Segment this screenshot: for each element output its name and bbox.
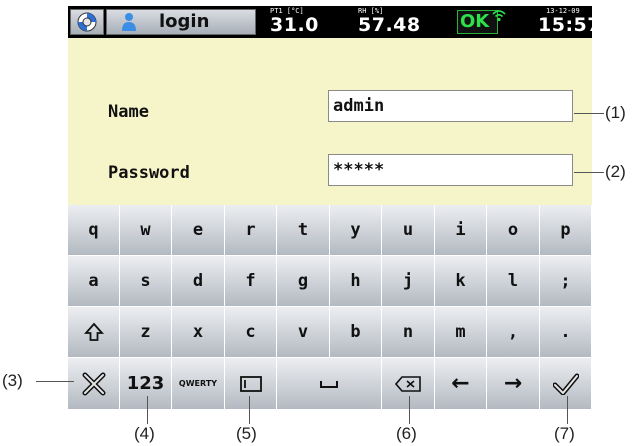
callout-6: (6) <box>396 424 417 443</box>
key-e[interactable]: e <box>172 205 225 256</box>
space-key[interactable] <box>277 358 382 410</box>
callout-line-7 <box>567 396 568 424</box>
wifi-icon <box>492 10 506 22</box>
key-g[interactable]: g <box>277 256 330 307</box>
device-screen: login PT1 [°C] 31.0 RH [%] 57.48 OK 13-1… <box>68 6 592 410</box>
key-z[interactable]: z <box>120 307 172 358</box>
key-d[interactable]: d <box>172 256 225 307</box>
login-button[interactable]: login <box>106 9 256 35</box>
key-b[interactable]: b <box>330 307 382 358</box>
key-w[interactable]: w <box>120 205 172 256</box>
key-v[interactable]: v <box>277 307 330 358</box>
key-period[interactable]: . <box>540 307 592 358</box>
callout-7: (7) <box>554 424 575 443</box>
cursor-box-icon <box>239 375 262 392</box>
key-t[interactable]: t <box>277 205 330 256</box>
key-x[interactable]: x <box>172 307 225 358</box>
key-m[interactable]: m <box>435 307 487 358</box>
callout-line-4 <box>147 396 148 424</box>
key-shift[interactable] <box>68 307 120 358</box>
key-i[interactable]: i <box>435 205 487 256</box>
checkmark-icon <box>552 373 579 395</box>
backspace-icon <box>395 375 421 392</box>
callout-1: (1) <box>605 103 626 122</box>
time-text: 15:57 <box>538 14 592 36</box>
callout-line-6 <box>409 396 410 424</box>
callout-line-5 <box>249 396 250 424</box>
key-p[interactable]: p <box>540 205 592 256</box>
key-u[interactable]: u <box>382 205 435 256</box>
shift-icon <box>83 322 104 341</box>
cursor-key[interactable] <box>225 358 277 410</box>
right-arrow-key[interactable]: → <box>487 358 540 410</box>
key-r[interactable]: r <box>225 205 277 256</box>
key-h[interactable]: h <box>330 256 382 307</box>
qwerty-key[interactable]: QWERTY <box>172 358 225 410</box>
password-label: Password <box>108 163 190 183</box>
key-semicolon[interactable]: ; <box>540 256 592 307</box>
key-s[interactable]: s <box>120 256 172 307</box>
space-bar-icon <box>320 380 338 388</box>
onscreen-keyboard: q w e r t y u i o p a s d f g h j k l ; … <box>68 205 592 410</box>
callout-5: (5) <box>236 424 257 443</box>
key-a[interactable]: a <box>68 256 120 307</box>
lifebuoy-icon <box>77 12 97 32</box>
key-comma[interactable]: , <box>487 307 540 358</box>
status-bar: login PT1 [°C] 31.0 RH [%] 57.48 OK 13-1… <box>68 6 592 38</box>
key-q[interactable]: q <box>68 205 120 256</box>
confirm-key[interactable] <box>540 358 592 410</box>
home-button[interactable] <box>70 9 104 35</box>
key-o[interactable]: o <box>487 205 540 256</box>
key-n[interactable]: n <box>382 307 435 358</box>
callout-3: (3) <box>2 371 23 390</box>
callout-line-1 <box>574 113 604 114</box>
user-icon <box>122 13 136 31</box>
name-input[interactable]: admin <box>328 90 573 122</box>
login-label: login <box>159 11 210 32</box>
key-c[interactable]: c <box>225 307 277 358</box>
password-input[interactable]: ***** <box>328 154 573 186</box>
key-f[interactable]: f <box>225 256 277 307</box>
numeric-key[interactable]: 123 <box>120 358 172 410</box>
name-label: Name <box>108 102 149 122</box>
pt1-value: 31.0 <box>270 14 319 36</box>
key-y[interactable]: y <box>330 205 382 256</box>
rh-value: 57.48 <box>358 14 421 36</box>
key-l[interactable]: l <box>487 256 540 307</box>
cancel-x-icon <box>82 372 105 395</box>
left-arrow-key[interactable]: ← <box>435 358 487 410</box>
key-k[interactable]: k <box>435 256 487 307</box>
cancel-key[interactable] <box>68 358 120 410</box>
callout-4: (4) <box>134 424 155 443</box>
callout-line-3 <box>36 381 74 382</box>
callout-2: (2) <box>605 162 626 181</box>
callout-line-2 <box>574 172 604 173</box>
key-j[interactable]: j <box>382 256 435 307</box>
